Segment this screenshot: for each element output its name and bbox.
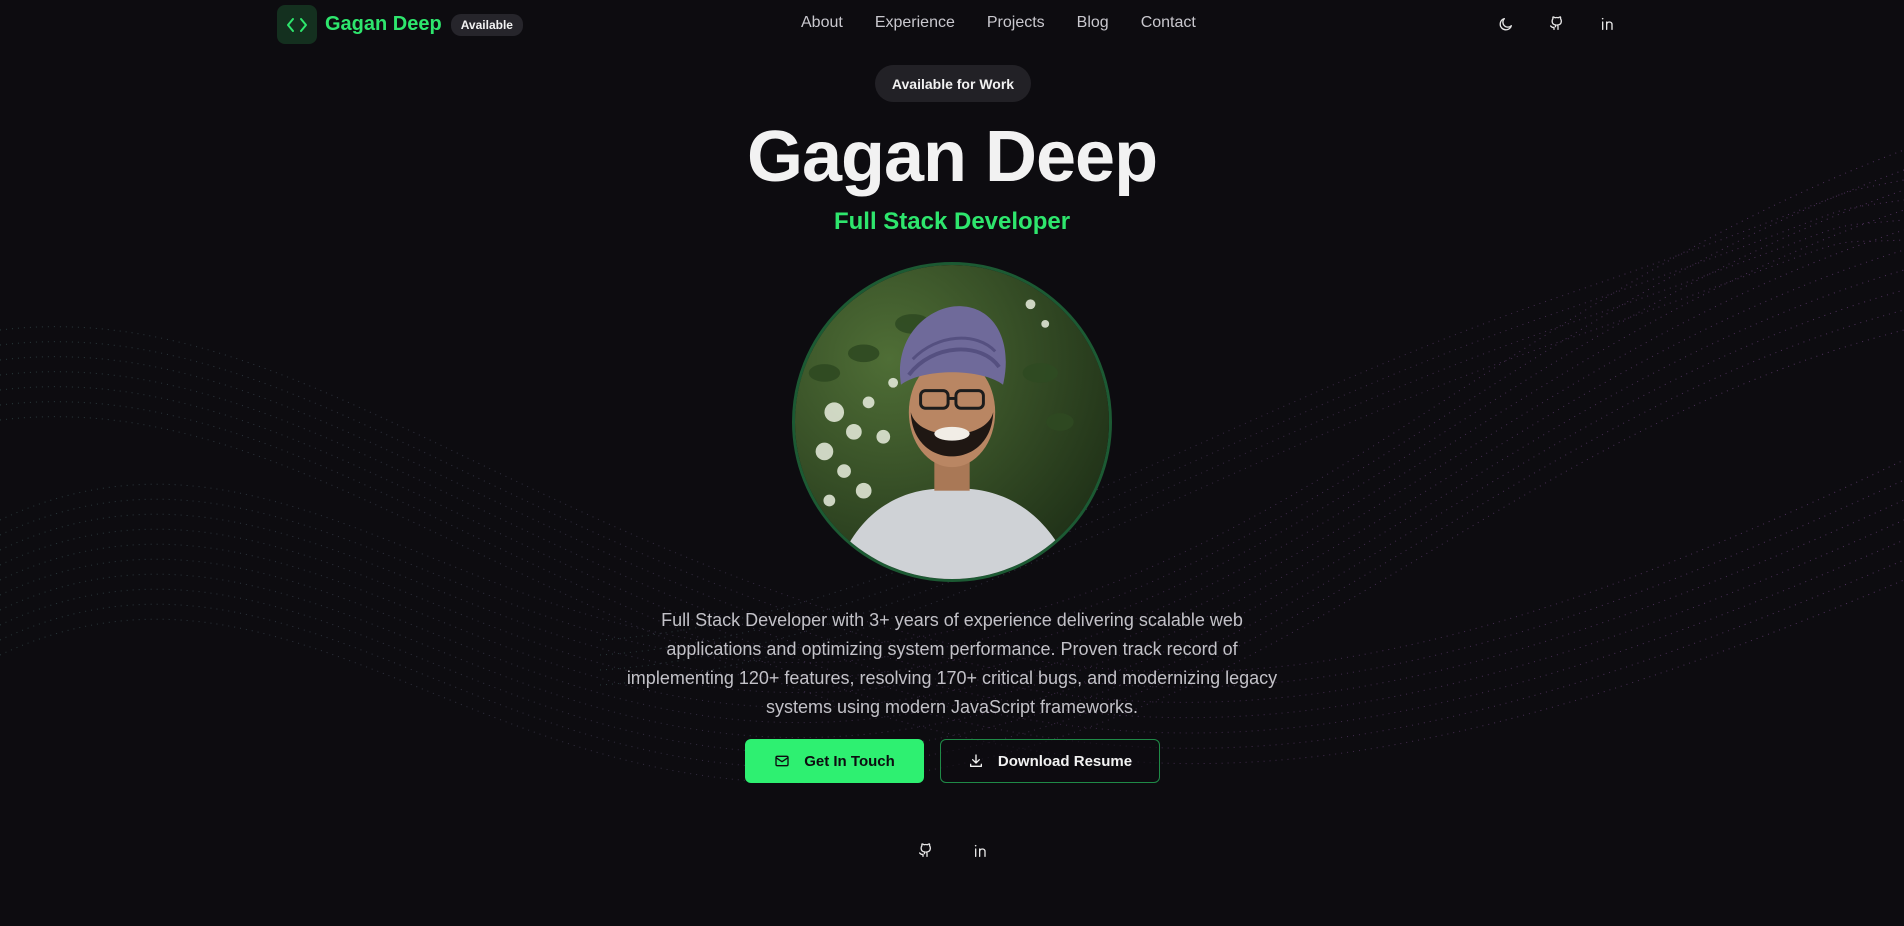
status-badge: Available xyxy=(450,13,523,36)
mail-icon xyxy=(774,753,790,769)
nav-item-blog[interactable]: Blog xyxy=(1077,14,1109,32)
main-nav: About Experience Projects Blog Contact xyxy=(801,14,1228,32)
code-brackets-icon xyxy=(277,5,317,44)
logo[interactable]: Gagan Deep Available xyxy=(277,5,523,44)
download-resume-button[interactable]: Download Resume xyxy=(940,739,1160,783)
site-header: Gagan Deep Available About Experience Pr… xyxy=(0,0,1904,48)
download-resume-label: Download Resume xyxy=(997,752,1133,770)
get-in-touch-label: Get In Touch xyxy=(804,752,895,770)
hero-subtitle: Full Stack Developer xyxy=(833,208,1071,235)
bio-text: Full Stack Developer with 3+ years of ex… xyxy=(626,610,1278,717)
nav-item-about[interactable]: About xyxy=(801,14,843,32)
nav-item-projects[interactable]: Projects xyxy=(987,14,1045,32)
availability-badge: Available for Work xyxy=(875,65,1031,102)
site-name: Gagan Deep xyxy=(325,13,442,35)
github-icon[interactable] xyxy=(1545,13,1567,35)
hero-title: Gagan Deep xyxy=(746,117,1158,197)
linkedin-icon[interactable] xyxy=(1597,13,1619,35)
download-icon xyxy=(968,753,984,769)
github-icon[interactable] xyxy=(914,840,936,862)
linkedin-icon[interactable] xyxy=(970,840,992,862)
get-in-touch-button[interactable]: Get In Touch xyxy=(745,739,924,783)
avatar xyxy=(792,262,1112,582)
nav-item-contact[interactable]: Contact xyxy=(1141,14,1196,32)
moon-icon[interactable] xyxy=(1495,13,1517,35)
nav-item-experience[interactable]: Experience xyxy=(875,14,955,32)
